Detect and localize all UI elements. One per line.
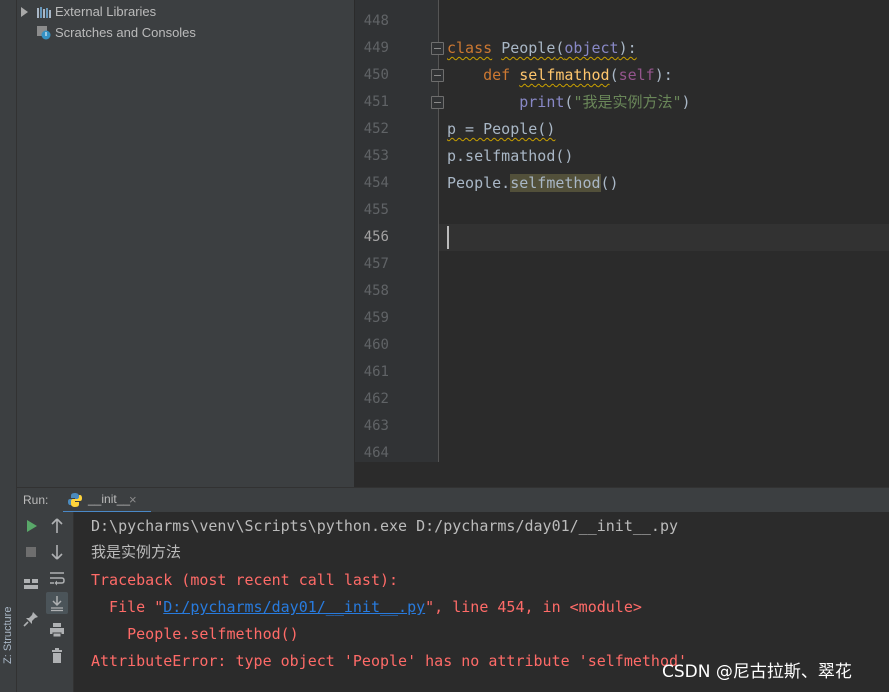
line-number: 458: [363, 283, 389, 299]
fold-end-marker-icon[interactable]: [431, 96, 444, 109]
run-label: Run:: [23, 493, 49, 507]
keyword-class: class: [447, 39, 493, 57]
traceback-code-line: People.selfmethod(): [91, 625, 299, 643]
tree-item-label: External Libraries: [55, 4, 157, 19]
layout-button[interactable]: [20, 573, 42, 595]
traceback-file-line: File "D:/pycharms/day01/__init__.py", li…: [91, 594, 642, 621]
play-icon: [27, 520, 37, 532]
line-number: 454: [363, 175, 389, 191]
self-param: self: [618, 66, 655, 84]
stop-icon: [26, 547, 36, 557]
traceback-header: Traceback (most recent call last):: [91, 571, 399, 589]
line-number: 453: [363, 148, 389, 164]
scroll-to-end-icon: [51, 596, 63, 612]
library-icon: [37, 7, 51, 18]
line-number-gutter: 448 449 450 451 452 453 454 455 456 457 …: [355, 0, 444, 462]
run-panel-header: Run: __init__ ×: [17, 487, 889, 513]
line-number: 460: [363, 337, 389, 353]
scroll-up-button[interactable]: [46, 515, 68, 537]
arrow-down-icon: [51, 545, 63, 560]
paren: ):: [618, 39, 637, 57]
builtin-print: print: [519, 93, 565, 111]
error-message: AttributeError: type object 'People' has…: [91, 652, 688, 670]
line-number: 464: [363, 445, 389, 461]
string-literal: "我是实例方法": [573, 93, 682, 111]
traceback-file-suffix: ", line 454, in <module>: [425, 598, 642, 616]
code-line-453: p.selfmathod(): [447, 147, 574, 165]
scratches-icon: [37, 26, 51, 40]
pin-tab-button[interactable]: [20, 608, 42, 630]
code-editor[interactable]: 448 449 450 451 452 453 454 455 456 457 …: [355, 0, 889, 462]
code-line-450: def selfmathod(self):: [447, 62, 673, 89]
line-number: 459: [363, 310, 389, 326]
close-icon[interactable]: ×: [129, 488, 137, 511]
line-number: 449: [363, 40, 389, 56]
soft-wrap-icon: [50, 572, 65, 586]
line-number: 452: [363, 121, 389, 137]
layout-icon: [24, 579, 38, 589]
scroll-to-end-button[interactable]: [46, 592, 68, 614]
highlighted-method: selfmethod: [510, 174, 601, 192]
line-number: 461: [363, 364, 389, 380]
watermark: CSDN @尼古拉斯、翠花: [662, 662, 852, 682]
keyword-def: def: [483, 66, 511, 84]
trash-icon: [52, 648, 62, 663]
fold-marker-icon[interactable]: [431, 69, 444, 82]
print-button[interactable]: [46, 619, 68, 641]
print-icon: [50, 623, 64, 638]
line-number: 457: [363, 256, 389, 272]
clear-all-button[interactable]: [46, 645, 68, 667]
paren: ):: [654, 66, 673, 84]
line-number: 462: [363, 391, 389, 407]
paren: ): [681, 93, 691, 111]
paren: (): [600, 174, 619, 192]
structure-tool-tab[interactable]: Z: Structure: [0, 586, 16, 664]
class-ref: People.: [447, 174, 511, 192]
python-icon: [68, 493, 82, 507]
line-number: 455: [363, 202, 389, 218]
project-panel: External Libraries Scratches and Console…: [17, 0, 354, 487]
arrow-up-icon: [51, 518, 63, 533]
rerun-button[interactable]: [20, 515, 42, 537]
structure-tab-label: Z: Structure: [2, 606, 14, 664]
soft-wrap-button[interactable]: [46, 567, 68, 589]
code-line-454: People.selfmethod(): [447, 170, 619, 197]
line-number: 463: [363, 418, 389, 434]
run-toolbar: [17, 512, 74, 692]
line-number: 451: [363, 94, 389, 110]
run-tab-label: __init__: [88, 492, 131, 506]
code-line-451: print("我是实例方法"): [447, 89, 691, 116]
console-output-line: 我是实例方法: [91, 543, 182, 561]
tree-item-external-libraries[interactable]: External Libraries: [17, 2, 217, 22]
base-class: object: [564, 39, 619, 57]
pin-icon: [23, 612, 38, 627]
code-line-449: class People(object):: [447, 35, 637, 62]
stop-button[interactable]: [20, 541, 42, 563]
code-line-452: p = People(): [447, 120, 556, 138]
traceback-file-link[interactable]: D:/pycharms/day01/__init__.py: [163, 598, 425, 616]
line-number: 450: [363, 67, 389, 83]
method-name: selfmathod: [519, 66, 610, 84]
tree-item-label: Scratches and Consoles: [55, 25, 196, 40]
class-name: People: [501, 39, 556, 57]
line-number: 448: [363, 13, 389, 29]
current-line-highlight: [439, 224, 889, 251]
expand-arrow-icon[interactable]: [21, 7, 28, 17]
fold-marker-icon[interactable]: [431, 42, 444, 55]
current-line-number: 456: [363, 229, 389, 245]
traceback-file-prefix: File ": [91, 598, 164, 616]
console-command-line: D:\pycharms\venv\Scripts\python.exe D:/p…: [91, 517, 678, 535]
paren: (: [609, 66, 619, 84]
scroll-down-button[interactable]: [46, 541, 68, 563]
run-tab-init[interactable]: __init__ ×: [63, 488, 151, 513]
text-cursor: [447, 226, 449, 249]
tree-item-scratches[interactable]: Scratches and Consoles: [17, 23, 237, 43]
